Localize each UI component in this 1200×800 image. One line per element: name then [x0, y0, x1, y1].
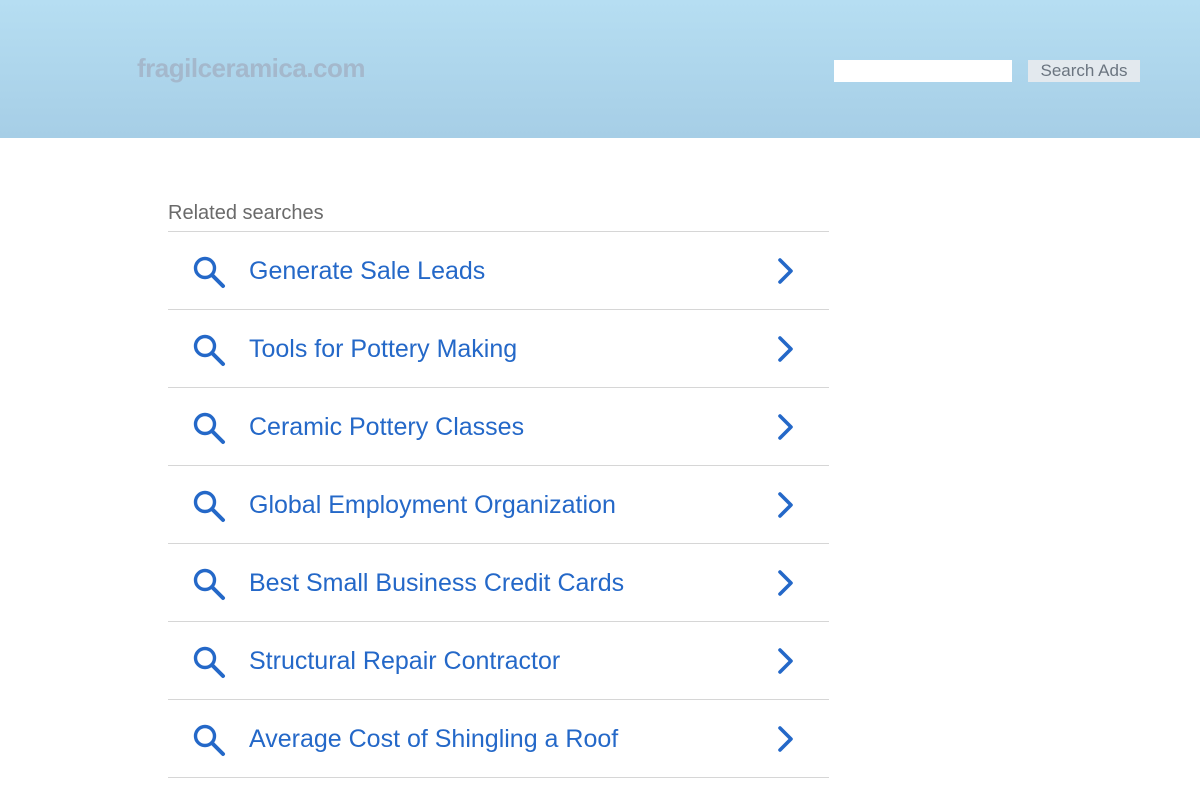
list-item-label: Tools for Pottery Making: [249, 335, 518, 363]
chevron-right-icon: [778, 336, 793, 362]
search-icon: [193, 724, 225, 756]
chevron-right-icon: [778, 570, 793, 596]
chevron-right-icon: [778, 648, 793, 674]
search-icon: [193, 412, 225, 444]
search-ads-button[interactable]: Search Ads: [1028, 60, 1140, 82]
list-item[interactable]: Best Small Business Credit Cards: [168, 544, 829, 622]
list-item-label: Average Cost of Shingling a Roof: [249, 725, 619, 753]
list-item[interactable]: Global Employment Organization: [168, 466, 829, 544]
header-bar: fragilceramica.com Search Ads: [0, 0, 1200, 138]
chevron-right-icon: [778, 258, 793, 284]
search-icon: [193, 490, 225, 522]
search-input[interactable]: [834, 60, 1012, 82]
related-searches-list: Generate Sale Leads Tools for Pottery Ma…: [168, 231, 829, 778]
list-item-label: Structural Repair Contractor: [249, 647, 561, 675]
list-item[interactable]: Generate Sale Leads: [168, 232, 829, 310]
search-icon: [193, 646, 225, 678]
chevron-right-icon: [778, 414, 793, 440]
search-icon: [193, 256, 225, 288]
list-item[interactable]: Average Cost of Shingling a Roof: [168, 700, 829, 778]
search-icon: [193, 334, 225, 366]
list-item[interactable]: Ceramic Pottery Classes: [168, 388, 829, 466]
chevron-right-icon: [778, 726, 793, 752]
site-logo[interactable]: fragilceramica.com: [137, 53, 366, 83]
list-item-label: Ceramic Pottery Classes: [249, 413, 525, 441]
list-item-label: Global Employment Organization: [249, 491, 616, 519]
search-icon: [193, 568, 225, 600]
related-searches-title: Related searches: [168, 202, 324, 224]
list-item-label: Best Small Business Credit Cards: [249, 569, 625, 597]
list-item[interactable]: Tools for Pottery Making: [168, 310, 829, 388]
list-item[interactable]: Structural Repair Contractor: [168, 622, 829, 700]
list-item-label: Generate Sale Leads: [249, 257, 486, 285]
chevron-right-icon: [778, 492, 793, 518]
related-searches-section: Related searches Generate Sale Leads Too…: [168, 200, 829, 778]
